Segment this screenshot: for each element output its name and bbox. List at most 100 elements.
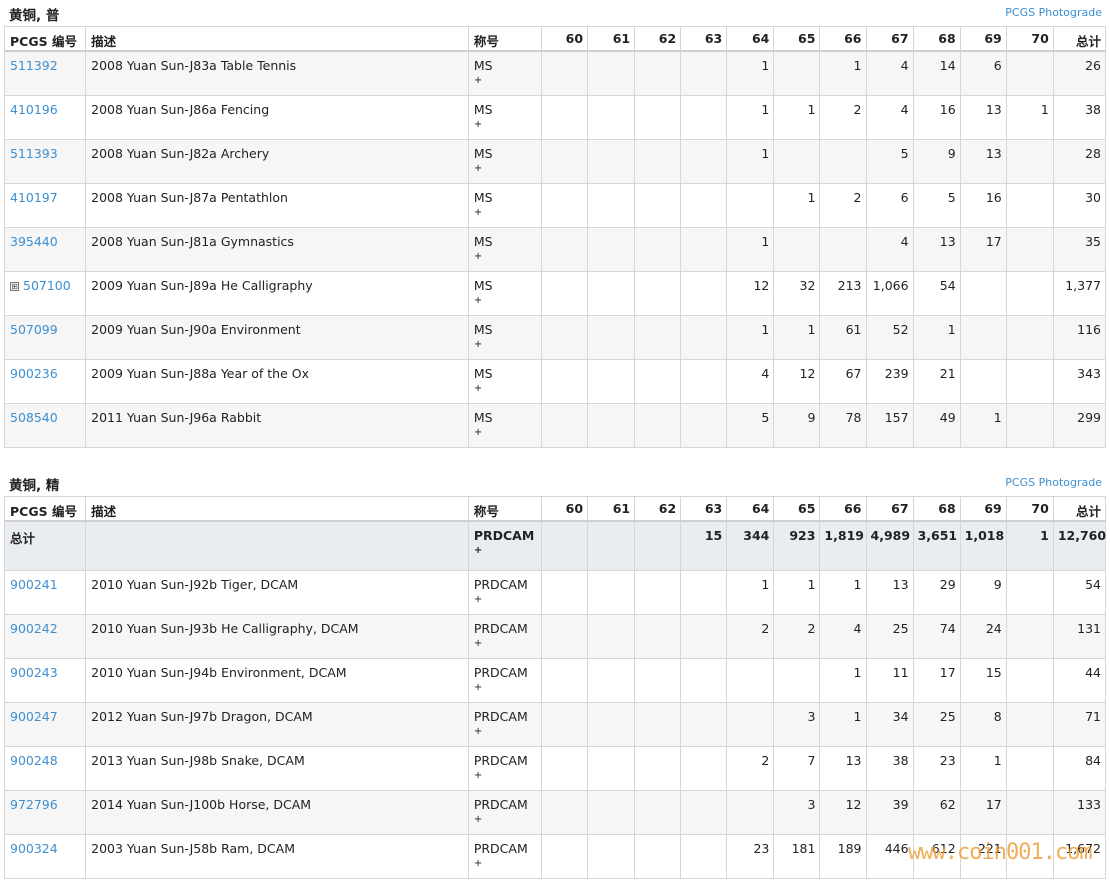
grade-count-cell: 25 xyxy=(912,701,961,747)
column-header: 61 xyxy=(587,496,636,522)
designation-cell: PRDCAM + xyxy=(467,613,542,659)
total-cell: 38 xyxy=(1052,94,1107,140)
grade-count-cell: 11 xyxy=(865,657,914,703)
grade-count-cell xyxy=(587,402,636,448)
pcgs-number-link[interactable]: 900242 xyxy=(10,621,58,636)
pcgs-number-cell: ⊞ 507100 xyxy=(3,270,87,316)
pcgs-number-link[interactable]: 900243 xyxy=(10,665,58,680)
column-header: 65 xyxy=(773,26,821,52)
table-row: 508540 2011 Yuan Sun-J96a Rabbit MS +5 9 78 15… xyxy=(3,402,1107,448)
table-row: 410196 2008 Yuan Sun-J86a Fencing MS +1 1 2 4 1… xyxy=(3,94,1107,140)
grade-count-cell: 344 xyxy=(726,520,775,571)
pcgs-number-link[interactable]: 410196 xyxy=(10,102,58,117)
grade-count-cell xyxy=(587,270,636,316)
grade-count-cell: 54 xyxy=(912,270,961,316)
grade-count-cell xyxy=(634,613,682,659)
grade-count-cell xyxy=(540,182,589,228)
section-title: 黄铜, 普 xyxy=(9,8,60,24)
grade-count-cell xyxy=(773,50,821,96)
grade-count-cell: 1 xyxy=(819,701,867,747)
grade-count-cell xyxy=(773,657,821,703)
grade-count-cell xyxy=(680,657,728,703)
pcgs-number-link[interactable]: 972796 xyxy=(10,797,58,812)
grade-count-cell xyxy=(680,402,728,448)
grade-count-cell: 23 xyxy=(912,745,961,791)
pcgs-number-link[interactable]: 508540 xyxy=(10,410,58,425)
section-header: 黄铜, 普 PCGS Photograde xyxy=(4,0,1106,26)
grade-count-cell: 239 xyxy=(865,358,914,404)
description-cell: 2009 Yuan Sun-J90a Environment xyxy=(85,314,469,360)
plus-designation-label: + xyxy=(473,857,483,869)
section-brass-ms: 黄铜, 普 PCGS Photograde PCGS 编号 描述 称号 60 61 62 6… xyxy=(3,0,1107,448)
grade-count-cell xyxy=(634,314,682,360)
grade-count-cell xyxy=(587,833,636,879)
designation-cell: MS + xyxy=(467,270,542,316)
column-header: 66 xyxy=(819,26,867,52)
designation-cell: PRDCAM + xyxy=(467,745,542,791)
grade-count-cell: 6 xyxy=(865,182,914,228)
grade-count-cell: 62 xyxy=(912,789,961,835)
grade-count-cell xyxy=(959,314,1007,360)
photograde-link[interactable]: PCGS Photograde xyxy=(1005,476,1102,489)
grade-count-cell: 9 xyxy=(912,138,961,184)
grade-count-cell: 1 xyxy=(773,569,821,615)
description-cell: 2011 Yuan Sun-J96a Rabbit xyxy=(85,402,469,448)
designation-label: MS xyxy=(473,58,493,73)
pcgs-number-link[interactable]: 511392 xyxy=(10,58,58,73)
grade-count-cell: 1 xyxy=(773,314,821,360)
grade-count-cell xyxy=(1005,789,1054,835)
pcgs-number-link[interactable]: 900236 xyxy=(10,366,58,381)
pcgs-number-link[interactable]: 900247 xyxy=(10,709,58,724)
pcgs-number-cell: 900236 xyxy=(3,358,87,404)
grade-count-cell xyxy=(587,789,636,835)
grade-count-cell: 15 xyxy=(680,520,728,571)
designation-cell: MS + xyxy=(467,226,542,272)
column-header: 67 xyxy=(865,26,914,52)
table-row: 900241 2010 Yuan Sun-J92b Tiger, DCAM PRDC… xyxy=(3,569,1107,615)
plus-designation-label: + xyxy=(473,725,483,737)
designation-label: PRDCAM xyxy=(473,664,528,680)
grade-count-cell: 4 xyxy=(865,94,914,140)
grade-count-cell: 3 xyxy=(773,701,821,747)
pcgs-number-cell: 900243 xyxy=(3,657,87,703)
expand-icon[interactable]: ⊞ xyxy=(10,281,19,291)
grade-count-cell xyxy=(773,226,821,272)
grade-count-cell: 9 xyxy=(959,569,1007,615)
designation-label: PRDCAM xyxy=(473,708,528,724)
pcgs-number-link[interactable]: 900241 xyxy=(10,577,58,592)
total-cell: 12,760 xyxy=(1052,520,1106,571)
grade-count-cell: 1 xyxy=(959,745,1007,791)
grade-count-cell: 12 xyxy=(726,270,775,316)
pcgs-number-link[interactable]: 900324 xyxy=(10,841,58,856)
grade-count-cell: 5 xyxy=(912,182,961,228)
grade-count-cell xyxy=(680,613,728,659)
pcgs-number-link[interactable]: 507099 xyxy=(10,322,58,337)
grade-count-cell xyxy=(540,402,589,448)
pcgs-number-link[interactable]: 507100 xyxy=(23,278,71,293)
designation-cell: PRDCAM + xyxy=(467,657,542,703)
grade-count-cell: 67 xyxy=(819,358,867,404)
grade-count-cell xyxy=(680,745,728,791)
summary-total-row: 总计 PRDCAM +15 344 923 1,819 4,989 3,651 1,018 1 12… xyxy=(3,520,1106,571)
pcgs-number-link[interactable]: 511393 xyxy=(10,146,58,161)
pcgs-number-link[interactable]: 410197 xyxy=(10,190,58,205)
grade-count-cell: 17 xyxy=(959,789,1007,835)
grade-count-cell: 13 xyxy=(912,226,961,272)
grade-count-cell xyxy=(634,657,682,703)
pcgs-number-cell: 900241 xyxy=(3,569,87,615)
designation-cell: PRDCAM + xyxy=(467,569,542,615)
pcgs-number-link[interactable]: 900248 xyxy=(10,753,58,768)
photograde-link[interactable]: PCGS Photograde xyxy=(1005,6,1102,19)
grade-count-cell: 3 xyxy=(773,789,821,835)
grade-count-cell xyxy=(540,833,589,879)
total-cell: 133 xyxy=(1052,789,1107,835)
grade-count-cell: 1 xyxy=(726,226,775,272)
grade-count-cell: 74 xyxy=(912,613,961,659)
table-row: ⊞ 507100 2009 Yuan Sun-J89a He Calligraphy… xyxy=(3,270,1107,316)
designation-cell: MS + xyxy=(467,358,542,404)
pcgs-number-cell: 972796 xyxy=(3,789,87,835)
column-header: 60 xyxy=(540,26,589,52)
description-cell: 2008 Yuan Sun-J87a Pentathlon xyxy=(85,182,469,228)
pcgs-number-link[interactable]: 395440 xyxy=(10,234,58,249)
designation-cell: PRDCAM + xyxy=(467,520,542,571)
